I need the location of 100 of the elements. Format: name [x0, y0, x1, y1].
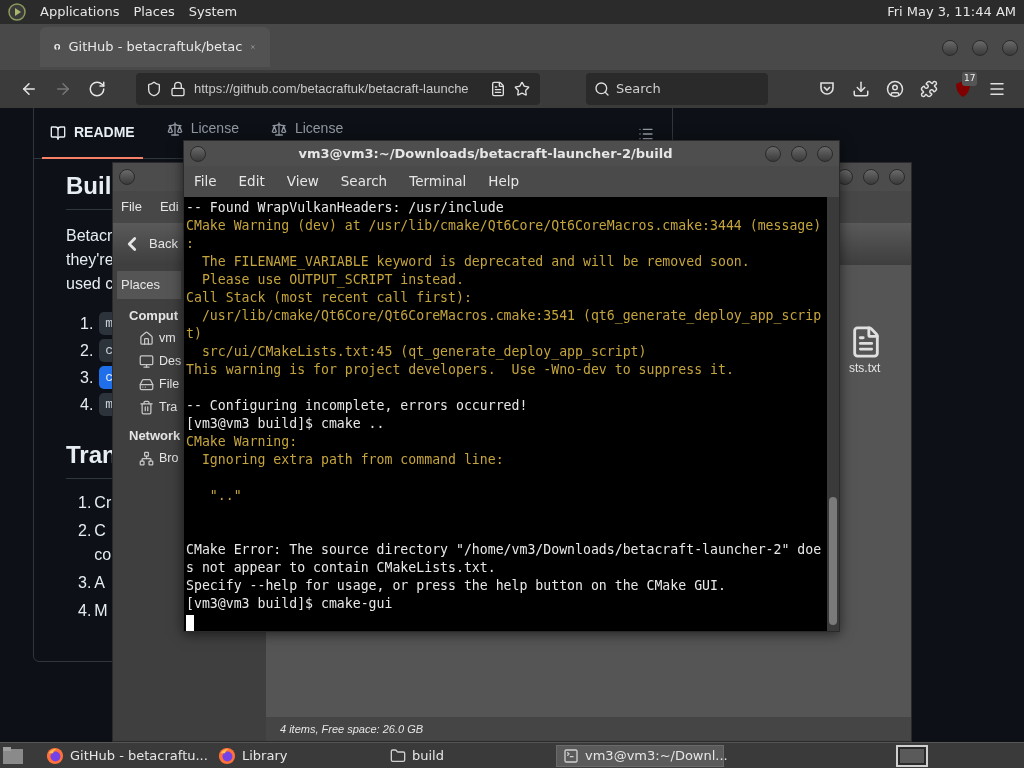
- readme-tab[interactable]: License: [262, 118, 352, 139]
- terminal-line: CMake Error: The source directory "/home/vm3/Downloads/betacraft-launcher-2" doe: [186, 542, 822, 557]
- scrollbar-thumb[interactable]: [829, 497, 837, 625]
- terminal-line: /usr/lib/cmake/Qt6Core/Qt6CoreMacros.cmake:3541 (qt6_generate_deploy_app_scrip: [200, 308, 822, 323]
- reader-view-icon[interactable]: [490, 81, 506, 97]
- search-field[interactable]: Search: [586, 73, 768, 105]
- window-control-button[interactable]: [972, 40, 988, 56]
- panel-menu[interactable]: Applications: [40, 2, 120, 22]
- list-text: co: [94, 545, 112, 565]
- list-text: A: [94, 573, 105, 593]
- lock-icon[interactable]: [170, 81, 186, 97]
- window-control-button[interactable]: [889, 169, 905, 185]
- panel-menu[interactable]: System: [188, 2, 238, 22]
- taskbar-item[interactable]: Library: [212, 744, 380, 767]
- sidebar-item[interactable]: File: [139, 373, 180, 396]
- list-number: 2.: [80, 340, 94, 361]
- window-control-button[interactable]: [765, 145, 781, 162]
- terminal-line: Ignoring extra path from command line:: [200, 452, 504, 467]
- globe-flame-icon: [218, 746, 236, 765]
- menu-item[interactable]: Help: [488, 171, 520, 192]
- workspace-switcher-icon[interactable]: [896, 744, 928, 767]
- menu-item[interactable]: Edit: [238, 171, 265, 192]
- terminal-icon: [563, 747, 579, 764]
- readme-tab[interactable]: License: [158, 118, 247, 139]
- taskbar-item[interactable]: GitHub - betacraftu...: [40, 744, 208, 767]
- play-logo-icon[interactable]: [8, 3, 26, 21]
- sidebar-item[interactable]: vm: [139, 327, 176, 350]
- desktop-folder-icon[interactable]: [2, 745, 24, 766]
- sidebar-item[interactable]: Bro: [139, 447, 179, 470]
- list-number: 4.: [78, 601, 92, 621]
- terminal-line: This warning is for project developers. Use -Wno-dev to suppress it.: [186, 362, 734, 377]
- tab-title: GitHub - betacraftuk/betac: [68, 38, 243, 57]
- window-control-button[interactable]: [1002, 40, 1018, 56]
- menu-item[interactable]: Terminal: [409, 171, 467, 192]
- places-dropdown[interactable]: Places: [117, 271, 181, 299]
- sidebar-item[interactable]: Tra: [139, 396, 178, 419]
- download-icon[interactable]: [852, 80, 870, 98]
- terminal-line: [vm3@vm3 build]$ cmake-gui: [186, 596, 393, 611]
- scrollbar[interactable]: [827, 197, 839, 631]
- sidebar-heading: Comput: [129, 307, 179, 325]
- file-name[interactable]: sts.txt: [849, 359, 881, 377]
- menu-item[interactable]: File: [194, 171, 217, 192]
- terminal-line: Call Stack (most recent call first):: [186, 290, 472, 305]
- list-number: 1.: [80, 313, 94, 334]
- drive-icon: [139, 377, 154, 392]
- bookmark-star-icon[interactable]: [514, 81, 530, 97]
- network-icon: [139, 451, 154, 466]
- terminal-line: Specify --help for usage, or press the help button on the CMake GUI.: [186, 578, 726, 593]
- list-number: 1.: [78, 493, 92, 513]
- scale-icon: [166, 120, 183, 137]
- browser-tab[interactable]: GitHub - betacraftuk/betac: [40, 27, 270, 67]
- menu-item[interactable]: View: [286, 171, 319, 192]
- addon-badge: 17: [962, 72, 978, 86]
- url-text: https://github.com/betacraftuk/betacraft-launche: [194, 80, 469, 99]
- text-cursor: [186, 615, 194, 631]
- home-folder-icon: [139, 331, 154, 346]
- terminal-line: The FILENAME_VARIABLE keyword is deprecated and will be removed soon.: [200, 254, 750, 269]
- search-icon: [594, 81, 610, 97]
- pocket-icon[interactable]: [818, 80, 836, 98]
- taskbar-item[interactable]: build: [384, 744, 552, 767]
- terminal-line: src/ui/CMakeLists.txt:45 (qt_generate_deploy_app_script): [200, 344, 647, 359]
- menu-item[interactable]: Search: [340, 171, 388, 192]
- terminal-line: Please use OUTPUT_SCRIPT instead.: [200, 272, 464, 287]
- back-button[interactable]: Back: [121, 233, 178, 255]
- trash-icon: [139, 400, 154, 415]
- paragraph-line: used c: [66, 274, 114, 294]
- window-title: vm3@vm3:~/Downloads/betacraft-launcher-2/build: [297, 144, 674, 163]
- clock[interactable]: Fri May 3, 11:44 AM: [887, 2, 1016, 22]
- terminal-line: :: [186, 236, 194, 251]
- sidebar-item[interactable]: Des: [139, 350, 182, 373]
- address-bar[interactable]: https://github.com/betacraftuk/betacraft-launche: [136, 73, 540, 105]
- account-icon[interactable]: [886, 80, 904, 98]
- globe-flame-icon: [46, 746, 64, 765]
- extensions-icon[interactable]: [920, 80, 938, 98]
- scale-icon: [270, 120, 287, 137]
- terminal-line: t): [186, 326, 202, 341]
- window-control-button[interactable]: [942, 40, 958, 56]
- paragraph-line: they're: [66, 250, 114, 270]
- shield-icon[interactable]: [146, 81, 162, 97]
- panel-menu[interactable]: Places: [133, 2, 175, 22]
- window-control-button[interactable]: [817, 145, 833, 162]
- search-placeholder: Search: [616, 80, 661, 99]
- reload-icon: [88, 80, 106, 98]
- window-control-button[interactable]: [190, 145, 206, 162]
- paragraph-line: Betacr: [66, 226, 113, 246]
- window-control-button[interactable]: [863, 169, 879, 185]
- window-control-button[interactable]: [119, 169, 135, 185]
- monitor-icon: [139, 354, 154, 369]
- readme-tab[interactable]: README: [42, 108, 143, 159]
- terminal-line: "..": [208, 488, 242, 503]
- menu-icon[interactable]: [988, 80, 1006, 98]
- list-number: 3.: [80, 367, 94, 388]
- terminal-line: [vm3@vm3 build]$ cmake ..: [186, 416, 385, 431]
- terminal-line: -- Configuring incomplete, errors occurred!: [186, 398, 528, 413]
- list-number: 2.: [78, 521, 92, 541]
- status-bar: 4 items, Free space: 26.0 GB: [266, 717, 911, 741]
- list-text: Cr: [94, 493, 112, 513]
- list-text: C: [94, 521, 107, 541]
- window-control-button[interactable]: [791, 145, 807, 162]
- terminal-line: s not appear to contain CMakeLists.txt.: [186, 560, 496, 575]
